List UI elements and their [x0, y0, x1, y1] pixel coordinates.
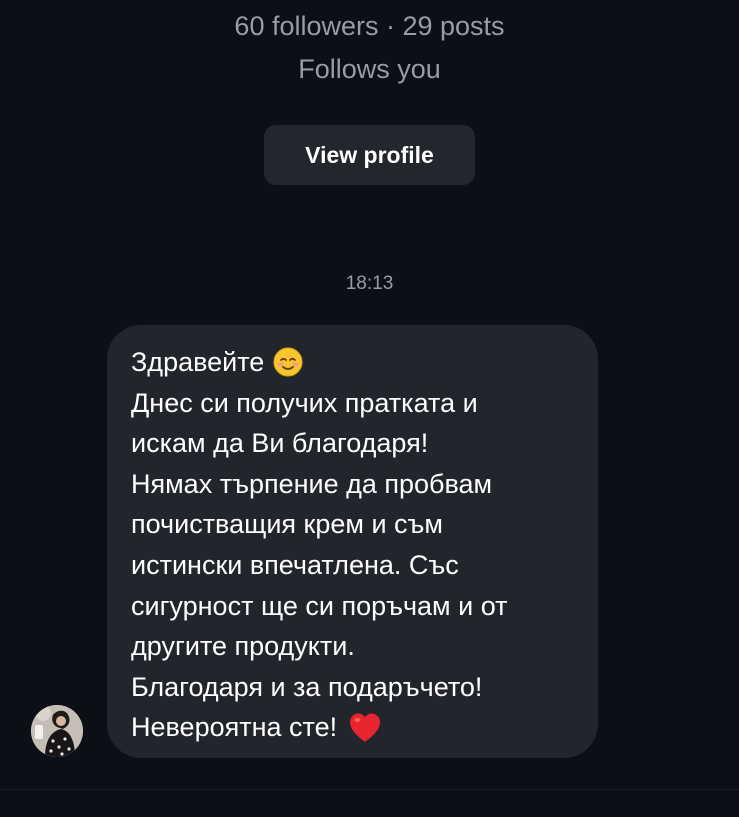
message-line-text: Невероятна сте! — [131, 712, 338, 743]
message-line: Днес си получих пратката и — [131, 387, 478, 418]
message-line-text: Здравейте — [131, 347, 265, 377]
avatar[interactable] — [31, 705, 83, 757]
follows-you-label: Follows you — [298, 54, 441, 84]
message-line: истински впечатлена. Със — [131, 549, 459, 580]
divider — [0, 789, 739, 790]
message-line: другите продукти. — [131, 631, 355, 662]
message-timestamp: 18:13 — [345, 273, 394, 294]
smiling-face-icon — [273, 347, 303, 377]
message-line: Благодаря и за подаръчето! — [131, 671, 483, 702]
view-profile-button[interactable]: View profile — [264, 125, 475, 185]
message-line: Невероятна сте! — [131, 707, 578, 748]
red-heart-icon — [348, 712, 382, 743]
message-line: искам да Ви благодаря! — [131, 428, 429, 459]
message-line: Нямах търпение да пробвам — [131, 468, 493, 499]
message-line: сигурност ще си поръчам и от — [131, 590, 508, 621]
message-line: Здравейте — [131, 342, 578, 383]
message-line: почистващия крем и съм — [131, 509, 443, 540]
message-bubble[interactable]: Здравейте Днес си получих пратката и иск… — [107, 325, 598, 758]
profile-stats: 60 followers · 29 posts — [234, 11, 505, 41]
